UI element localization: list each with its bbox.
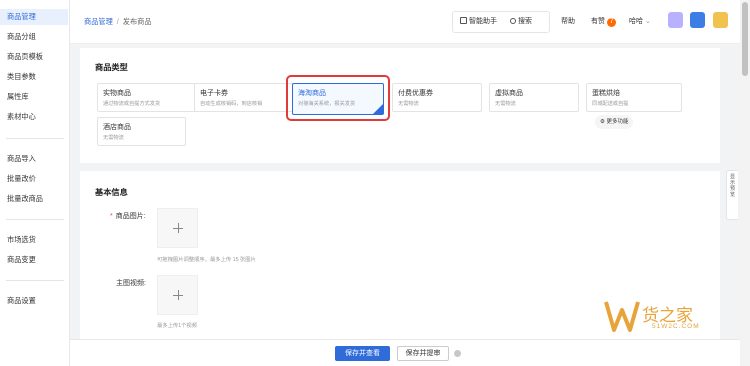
assistant-icon xyxy=(460,17,467,24)
sidebar-item-attribute-lib[interactable]: 属性库 xyxy=(0,89,68,105)
sidebar-item-material-center[interactable]: 素材中心 xyxy=(0,109,68,125)
save-and-submit-button[interactable]: 保存并提审 xyxy=(397,346,449,361)
watermark-subtext: 51W2C.COM xyxy=(652,323,700,330)
card-title: 付费优惠券 xyxy=(398,90,433,97)
basic-info-title: 基本信息 xyxy=(95,188,128,197)
header-tools: 智能助手 搜索 帮助 有赞 7 哈哈 ⌄ xyxy=(452,11,736,33)
search-button[interactable]: 搜索 xyxy=(510,16,532,26)
app-avatar-3[interactable] xyxy=(713,12,728,28)
card-title: 酒店商品 xyxy=(103,124,131,131)
goods-type-card-hotel[interactable]: 酒店商品 无需物流 xyxy=(97,117,186,146)
sidebar-item-category-params[interactable]: 类目参数 xyxy=(0,69,68,85)
breadcrumb-root-link[interactable]: 商品管理 xyxy=(84,17,113,26)
sidebar-divider xyxy=(6,219,64,220)
card-desc: 通过物流或自提方式发货 xyxy=(103,101,161,107)
sidebar-item-batch-goods[interactable]: 批量改商品 xyxy=(0,191,68,207)
help-link[interactable]: 帮助 xyxy=(561,16,575,26)
top-header: 商品管理 / 发布商品 智能助手 搜索 帮助 有赞 7 哈哈 ⌄ xyxy=(70,0,740,44)
card-title: 实物商品 xyxy=(103,90,131,97)
plus-icon xyxy=(178,223,179,233)
watermark: 货之家 51W2C.COM xyxy=(604,296,724,358)
sidebar-divider xyxy=(6,280,64,281)
plus-icon xyxy=(178,290,179,300)
notice-label: 有赞 xyxy=(591,18,605,25)
image-field-label-text: 商品图片: xyxy=(115,213,146,220)
goods-type-card-virtual[interactable]: 虚拟商品 无需物流 xyxy=(489,83,579,112)
search-icon xyxy=(510,18,516,24)
sidebar-item-goods-settings[interactable]: 商品设置 xyxy=(0,293,68,309)
video-upload-button[interactable] xyxy=(157,275,198,315)
sidebar-item-goods-change[interactable]: 商品变更 xyxy=(0,252,68,268)
card-desc: 对接海关系统，报关发货 xyxy=(298,101,356,107)
gear-icon: ⚙ xyxy=(600,119,605,125)
goods-type-card-overseas[interactable]: 海淘商品 对接海关系统，报关发货 xyxy=(292,83,384,115)
watermark-logo-icon xyxy=(604,301,640,332)
image-field-label: * 商品图片: xyxy=(110,211,146,221)
card-desc: 自动生成核销码，到店核销 xyxy=(200,101,263,107)
card-desc: 无需物流 xyxy=(103,135,124,141)
scrollbar-thumb[interactable] xyxy=(742,2,748,76)
image-upload-button[interactable] xyxy=(157,208,198,248)
save-and-view-button[interactable]: 保存并查看 xyxy=(335,346,390,361)
preview-side-tab-label: 显示预览 xyxy=(730,174,736,198)
help-icon[interactable] xyxy=(454,350,461,357)
breadcrumb-current: 发布商品 xyxy=(122,17,152,26)
card-title: 电子卡券 xyxy=(200,90,228,97)
more-features-button[interactable]: ⚙ 更多功能 xyxy=(595,115,634,129)
goods-type-title: 商品类型 xyxy=(95,63,128,72)
assistant-label: 智能助手 xyxy=(469,18,497,25)
app-avatar-2[interactable] xyxy=(690,12,705,28)
sidebar-item-goods-import[interactable]: 商品导入 xyxy=(0,151,68,167)
card-title: 蛋糕烘焙 xyxy=(592,90,620,97)
chevron-down-icon: ⌄ xyxy=(645,18,651,25)
sidebar-item-page-template[interactable]: 商品页模板 xyxy=(0,49,68,65)
goods-type-card-paid-coupon[interactable]: 付费优惠券 无需物流 xyxy=(392,83,482,112)
more-features-label: 更多功能 xyxy=(606,119,629,125)
sidebar: 商品管理 商品分组 商品页模板 类目参数 属性库 素材中心 商品导入 批量改价 … xyxy=(0,0,70,366)
user-menu[interactable]: 哈哈 ⌄ xyxy=(629,16,651,26)
card-desc: 同城配送或自提 xyxy=(592,101,629,107)
sidebar-item-market-select[interactable]: 市场选货 xyxy=(0,232,68,248)
card-desc: 无需物流 xyxy=(398,101,419,107)
sidebar-item-goods-manage[interactable]: 商品管理 xyxy=(0,9,68,25)
search-label: 搜索 xyxy=(518,18,532,25)
notice-button[interactable]: 有赞 7 xyxy=(591,16,616,27)
user-name: 哈哈 xyxy=(629,18,643,25)
breadcrumb: 商品管理 / 发布商品 xyxy=(84,17,152,27)
sidebar-divider xyxy=(6,138,64,139)
card-title: 虚拟商品 xyxy=(495,90,523,97)
required-mark: * xyxy=(110,213,113,220)
goods-type-card-cake[interactable]: 蛋糕烘焙 同城配送或自提 xyxy=(586,83,682,112)
card-title: 海淘商品 xyxy=(298,90,326,97)
sidebar-item-goods-group[interactable]: 商品分组 xyxy=(0,29,68,45)
app-avatar-1[interactable] xyxy=(668,12,683,28)
video-upload-hint: 最多上传1个视频 xyxy=(157,323,198,329)
assistant-button[interactable]: 智能助手 xyxy=(460,16,497,26)
goods-type-panel: 商品类型 实物商品 通过物流或自提方式发货 电子卡券 自动生成核销码，到店核销 … xyxy=(80,48,720,163)
sidebar-item-batch-price[interactable]: 批量改价 xyxy=(0,171,68,187)
selected-corner-icon xyxy=(373,104,383,114)
video-field-label: 主图视频: xyxy=(116,280,146,287)
notice-count-badge: 7 xyxy=(607,18,616,27)
breadcrumb-separator: / xyxy=(116,17,119,26)
preview-side-tab[interactable]: 显示预览 xyxy=(726,170,738,220)
card-desc: 无需物流 xyxy=(495,101,516,107)
image-upload-hint: 可拖拽图片调整顺序，最多上传 15 张图片 xyxy=(157,257,256,263)
